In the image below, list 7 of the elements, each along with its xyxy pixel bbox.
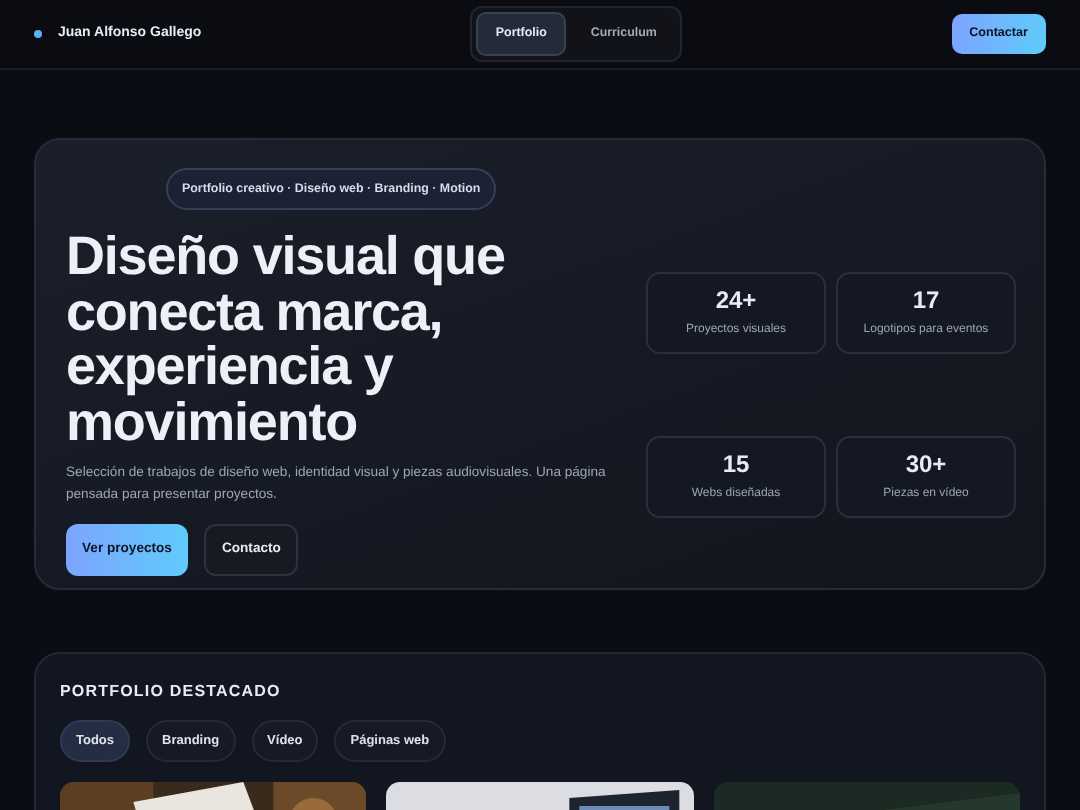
stat-value: 17	[912, 286, 940, 314]
stat-value: 15	[722, 449, 750, 477]
hero-title: Diseño visual que conecta marca, experiencia y movimiento	[66, 230, 507, 451]
stat-value: 24+	[715, 286, 757, 314]
status-dot	[34, 30, 42, 38]
section-title: PORTFOLIO DESTACADO	[60, 682, 283, 702]
stat-value: 30+	[905, 449, 947, 477]
